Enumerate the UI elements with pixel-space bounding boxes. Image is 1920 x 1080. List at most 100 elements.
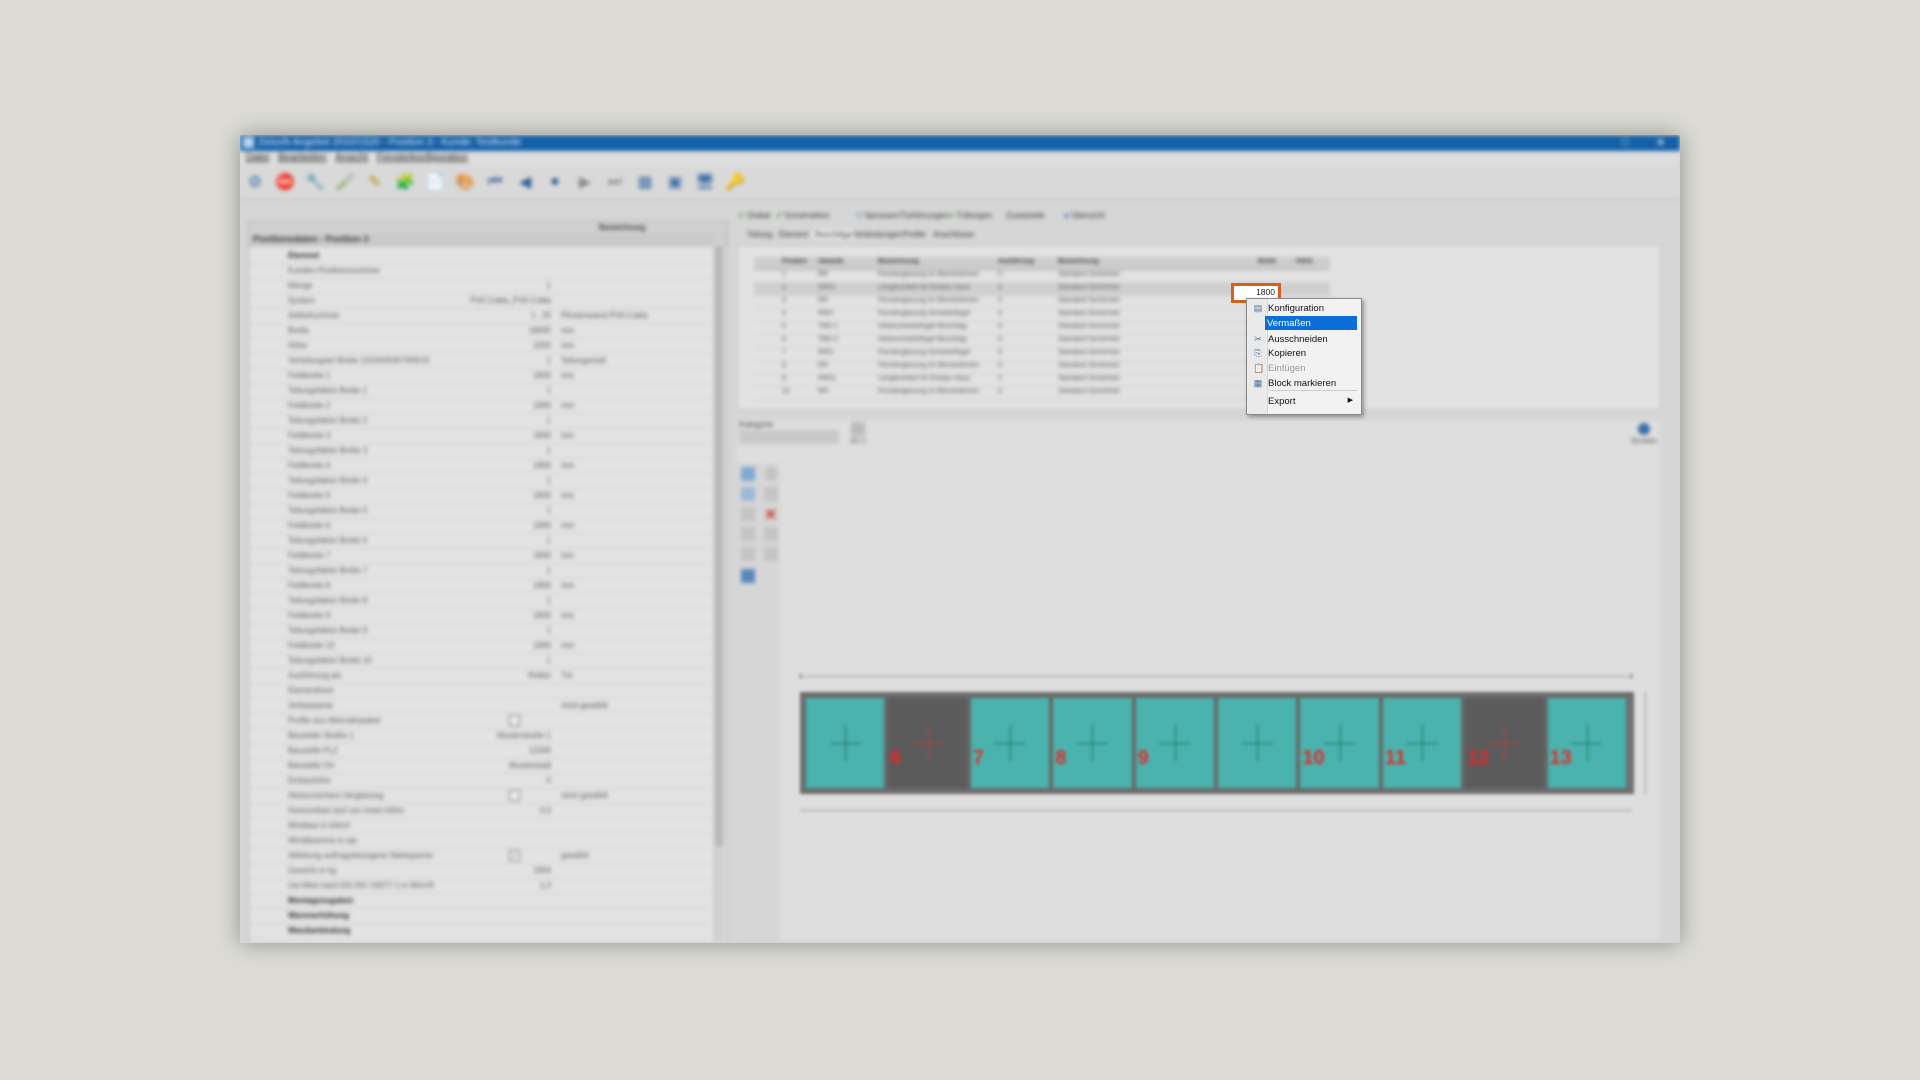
rotate-tool-icon[interactable] bbox=[764, 487, 778, 501]
column-header[interactable]: Höhe bbox=[1296, 258, 1313, 265]
column-header[interactable]: Bezeichnung bbox=[1058, 258, 1098, 265]
property-value[interactable]: 2250 bbox=[469, 341, 551, 350]
glass-pane[interactable] bbox=[804, 696, 887, 790]
grid-tool-icon[interactable] bbox=[764, 547, 778, 561]
property-value[interactable]: 1800 bbox=[469, 491, 551, 500]
property-row[interactable]: Ableitung auftragsbezogene Nahtspanne ✓ ge… bbox=[249, 848, 709, 864]
menu-item-fensterkonfiguration[interactable]: Fensterkonfiguration bbox=[377, 152, 468, 163]
glass-pane[interactable]: 13 bbox=[1545, 696, 1628, 790]
table-row[interactable]: 7 RRH Fensterglasung Schiebeflügel 0 Standar… bbox=[754, 348, 1330, 361]
property-row[interactable]: Montagezugaben bbox=[249, 893, 709, 909]
property-value[interactable]: 12345 bbox=[469, 746, 551, 755]
move-tool-icon[interactable] bbox=[741, 507, 755, 521]
column-header[interactable]: Ausführung bbox=[998, 258, 1034, 265]
property-row[interactable]: Feldbreite 2 1800 mm bbox=[249, 398, 709, 414]
property-row[interactable]: Teilungsfaktor Breite 6 1 bbox=[249, 533, 709, 549]
property-value[interactable]: 1 bbox=[469, 656, 551, 665]
property-value[interactable]: 1,3 bbox=[469, 881, 551, 890]
select-tool-icon[interactable] bbox=[741, 467, 755, 481]
tab-konstruktion[interactable]: ✔ Konstruktion bbox=[776, 211, 829, 220]
property-value[interactable]: 1954 bbox=[469, 866, 551, 875]
property-row[interactable]: Gewicht in kg 1954 bbox=[249, 863, 709, 879]
property-value[interactable]: 1 bbox=[469, 281, 551, 290]
zoom-tool-icon[interactable] bbox=[741, 487, 755, 501]
subtab-beschläge[interactable]: Beschläge bbox=[813, 230, 855, 239]
property-row[interactable]: Uw-Wert nach EN ISO 10077-1 in W/m²K 1,3 bbox=[249, 878, 709, 894]
property-row[interactable]: Teilungsfaktor Breite 3 1 bbox=[249, 443, 709, 459]
property-row[interactable]: Teilungsfaktor Breite 7 1 bbox=[249, 563, 709, 579]
column-header[interactable]: Breite bbox=[1258, 258, 1276, 265]
tools-icon[interactable]: 🔧 bbox=[304, 171, 326, 193]
table-row[interactable]: 10 RR Fensterglasung im Blendrahmen 0 Standa… bbox=[754, 387, 1330, 400]
kategorie-select[interactable] bbox=[739, 430, 839, 444]
3d-button[interactable]: 3D-U bbox=[847, 420, 869, 450]
property-row[interactable]: Teilungsfaktor Breite 9 1 bbox=[249, 623, 709, 639]
property-row[interactable]: Baustelle PLZ 12345 bbox=[249, 743, 709, 759]
menu-item-konfiguration[interactable]: ▤ Konfiguration bbox=[1249, 301, 1359, 315]
property-value[interactable]: 1 , 25 bbox=[469, 311, 551, 320]
property-value[interactable]: 1800 bbox=[469, 581, 551, 590]
property-value[interactable]: 0,0 bbox=[469, 806, 551, 815]
property-value[interactable]: 1 bbox=[469, 536, 551, 545]
property-checkbox[interactable]: ✓ bbox=[509, 850, 520, 861]
property-value[interactable]: 1800 bbox=[469, 551, 551, 560]
grid-icon[interactable]: ▦ bbox=[634, 171, 656, 193]
property-row[interactable]: Kunden-Positionsnummer bbox=[249, 263, 709, 279]
property-row[interactable]: Teilungsfaktor Breite 5 1 bbox=[249, 503, 709, 519]
view-tool-icon[interactable] bbox=[741, 569, 755, 583]
palette-icon[interactable]: 🎨 bbox=[454, 171, 476, 193]
brush-icon[interactable]: 🖌 bbox=[334, 171, 356, 193]
glass-pane[interactable]: 9 bbox=[1133, 696, 1216, 790]
property-row[interactable]: Windlast in kN/m² bbox=[249, 818, 709, 834]
property-value[interactable]: 1 bbox=[469, 626, 551, 635]
puzzle-icon[interactable]: 🧩 bbox=[394, 171, 416, 193]
properties-scrollbar[interactable] bbox=[713, 236, 725, 942]
property-row[interactable]: Menge 1 bbox=[249, 278, 709, 294]
property-value[interactable]: 18000 bbox=[469, 326, 551, 335]
delete-icon[interactable]: ✕ bbox=[764, 505, 777, 525]
measure-tool-icon[interactable] bbox=[741, 547, 755, 561]
column-header[interactable]: Variante bbox=[818, 258, 844, 265]
property-row[interactable]: Teilungsfaktor Breite 2 1 bbox=[249, 413, 709, 429]
menu-item-block-markieren[interactable]: ▦ Block markieren bbox=[1249, 376, 1359, 390]
property-row[interactable]: Feldbreite 3 1800 mm bbox=[249, 428, 709, 444]
property-row[interactable]: Teilungsfaktor Breite 8 1 bbox=[249, 593, 709, 609]
property-value[interactable]: 1 bbox=[469, 446, 551, 455]
property-value[interactable]: Rollen bbox=[469, 671, 551, 680]
property-row[interactable]: Teilungsfaktor Breite 4 1 bbox=[249, 473, 709, 489]
property-row[interactable]: Wandanbindung bbox=[249, 923, 709, 939]
subtab-verbindungen[interactable]: Verbindungen bbox=[853, 230, 902, 239]
table-row[interactable]: 9 HR01 Lenglemöbel für Einbau Haus 0 Standar… bbox=[754, 374, 1330, 387]
table-row[interactable]: 5 TBD-1 Hebeschiebeflügel Beschlag 0 Standar… bbox=[754, 322, 1330, 335]
subtab-element[interactable]: Element bbox=[779, 230, 808, 239]
glass-pane[interactable] bbox=[1216, 696, 1299, 790]
table-row[interactable]: 6 TBD-2 Hebeschiebeflügel Beschlag 0 Standar… bbox=[754, 335, 1330, 348]
last-icon[interactable]: ⏭ bbox=[604, 171, 626, 193]
column-header[interactable]: Bezeichnung bbox=[878, 258, 918, 265]
window-icon[interactable]: ▣ bbox=[664, 171, 686, 193]
tab-sprossen-t-rf-hrungen[interactable]: ▽ Sprossen/Türführungen bbox=[856, 211, 948, 220]
property-row[interactable]: Ausführung als Rollen Tür bbox=[249, 668, 709, 684]
property-value[interactable]: 1 bbox=[469, 386, 551, 395]
property-row[interactable]: Feldbreite 5 1800 mm bbox=[249, 488, 709, 504]
property-row[interactable]: Einbauhöhe 0 bbox=[249, 773, 709, 789]
property-row[interactable]: Warenerhöhung bbox=[249, 908, 709, 924]
subtab-profile[interactable]: Profile bbox=[903, 230, 926, 239]
door-pane[interactable]: 6 bbox=[886, 696, 969, 790]
menu-item-vermaßen[interactable]: Vermaßen bbox=[1265, 316, 1357, 330]
property-value[interactable]: 1 bbox=[469, 416, 551, 425]
property-value[interactable]: 1 bbox=[469, 506, 551, 515]
pencil-icon[interactable]: ✎ bbox=[364, 171, 386, 193]
menu-item-kopieren[interactable]: ⎘ Kopieren bbox=[1249, 346, 1359, 360]
property-row[interactable]: Verteilung/art Breite 1/2/3/4/5/6/7/8/9/… bbox=[249, 353, 709, 369]
next-icon[interactable]: ▶ bbox=[574, 171, 596, 193]
table-row[interactable]: 4 RRH Fensterglasung Schiebeflügel 0 Standar… bbox=[754, 309, 1330, 322]
print-button[interactable]: Drucken bbox=[1631, 420, 1657, 450]
key-icon[interactable]: 🔑 bbox=[724, 171, 746, 193]
property-value[interactable]: Musterstadt bbox=[469, 761, 551, 770]
table-row[interactable]: 1 RR Fensterglasung im Blendrahmen 0 Standar… bbox=[754, 270, 1330, 283]
property-row[interactable]: Absturzsichere Verglasung nicht gewählt bbox=[249, 788, 709, 804]
property-value[interactable]: 1 bbox=[469, 476, 551, 485]
property-row[interactable]: Feldbreite 6 1800 mm bbox=[249, 518, 709, 534]
menu-item-bearbeiten[interactable]: Bearbeiten bbox=[278, 152, 326, 163]
